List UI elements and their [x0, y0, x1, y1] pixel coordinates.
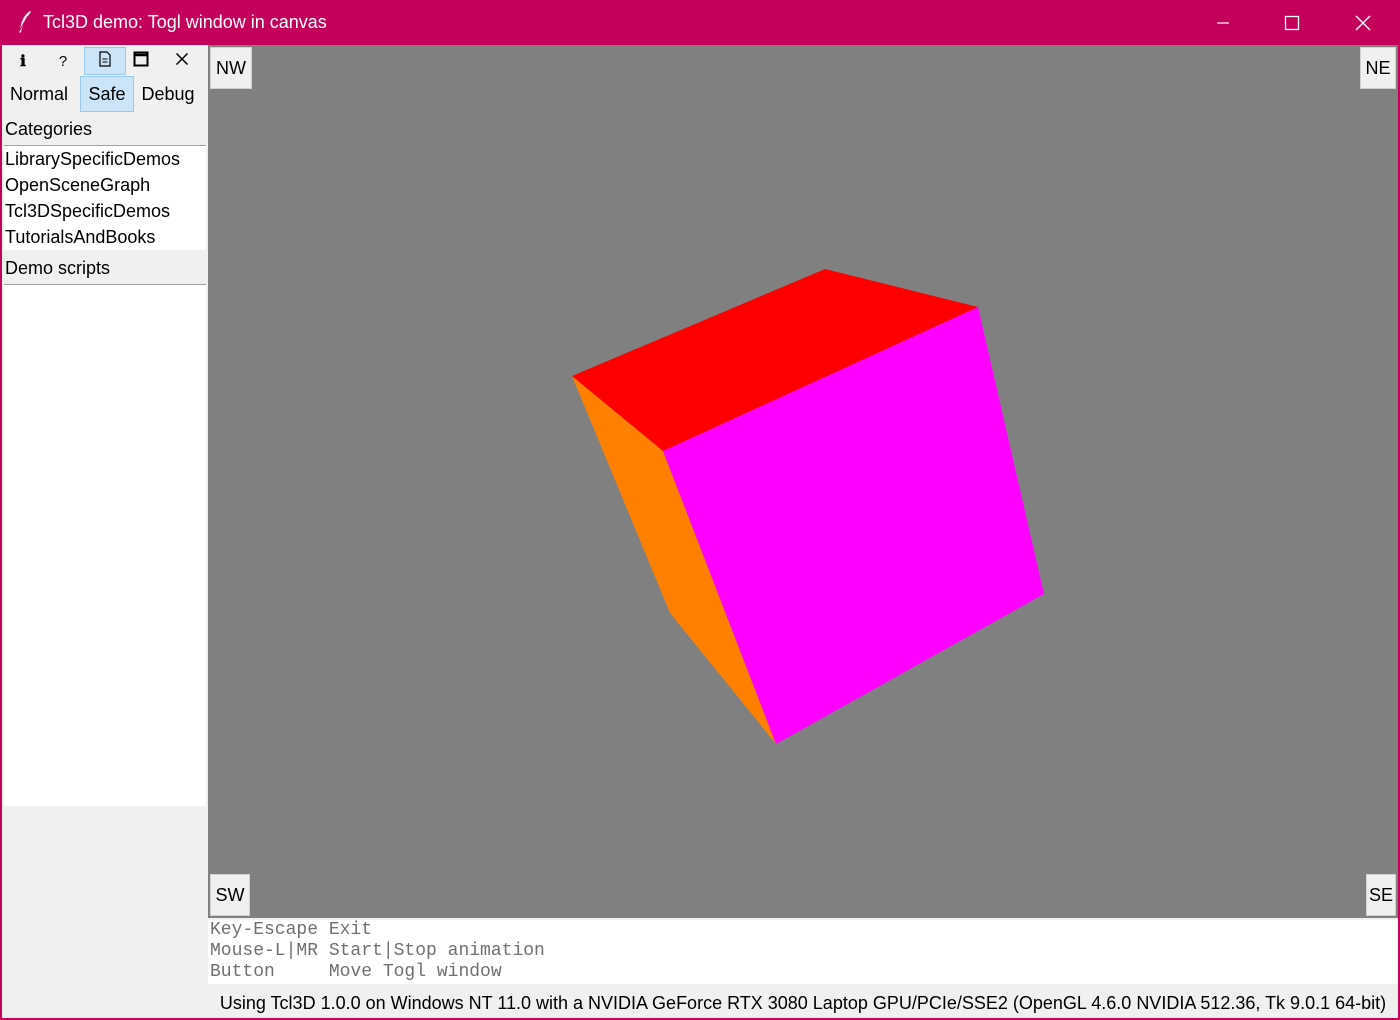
list-item[interactable]: TutorialsAndBooks [4, 224, 206, 250]
document-icon [98, 50, 112, 72]
mode-debug-button[interactable]: Debug [136, 76, 200, 112]
corner-sw-button[interactable]: SW [210, 874, 250, 916]
categories-label: Categories [5, 119, 93, 139]
feather-icon [16, 10, 34, 34]
cube-render [572, 269, 1044, 744]
mode-selector: Normal Safe Debug [2, 76, 208, 112]
minimize-icon [1217, 21, 1229, 24]
mode-normal-button[interactable]: Normal [2, 76, 76, 112]
list-item[interactable]: LibrarySpecificDemos [4, 146, 206, 172]
help-line: Button Move Togl window [210, 962, 502, 982]
window-button[interactable] [122, 47, 160, 75]
corner-se-button[interactable]: SE [1366, 874, 1396, 916]
help-button[interactable]: ? [44, 47, 82, 75]
close-icon [1355, 15, 1371, 30]
client-area: ℹ ? Normal Safe Debug Categories Library… [2, 45, 1398, 1018]
demo-scripts-label: Demo scripts [5, 258, 111, 278]
categories-list[interactable]: LibrarySpecificDemos OpenSceneGraph Tcl3… [4, 145, 206, 250]
help-icon: ? [58, 52, 68, 70]
minimize-button[interactable] [1188, 0, 1258, 45]
maximize-button[interactable] [1257, 0, 1327, 45]
left-pane: ℹ ? Normal Safe Debug Categories Library… [2, 45, 208, 918]
close-icon [175, 52, 189, 71]
help-line: Key-Escape Exit [210, 920, 373, 940]
help-line: Mouse-L|MR Start|Stop animation [210, 941, 545, 961]
corner-ne-button[interactable]: NE [1360, 47, 1396, 89]
togl-canvas[interactable]: NW NE SW SE [208, 45, 1398, 918]
corner-nw-button[interactable]: NW [210, 47, 252, 89]
close-demo-button[interactable] [163, 47, 201, 75]
status-bar: Using Tcl3D 1.0.0 on Windows NT 11.0 wit… [219, 993, 1387, 1013]
list-item[interactable]: Tcl3DSpecificDemos [4, 198, 206, 224]
window-icon [133, 51, 149, 72]
demo-scripts-list[interactable] [4, 284, 206, 806]
toolbar: ℹ ? [4, 47, 204, 75]
info-icon: ℹ [20, 52, 26, 70]
help-text: Key-Escape Exit Mouse-L|MR Start|Stop an… [208, 920, 1398, 984]
list-item[interactable]: OpenSceneGraph [4, 172, 206, 198]
document-button[interactable] [84, 47, 126, 75]
maximize-icon [1284, 15, 1300, 30]
window-title: Tcl3D demo: Togl window in canvas [43, 12, 327, 32]
info-button[interactable]: ℹ [4, 47, 42, 75]
title-bar: Tcl3D demo: Togl window in canvas [0, 0, 1400, 45]
mode-safe-button[interactable]: Safe [80, 76, 134, 112]
close-window-button[interactable] [1328, 0, 1398, 45]
